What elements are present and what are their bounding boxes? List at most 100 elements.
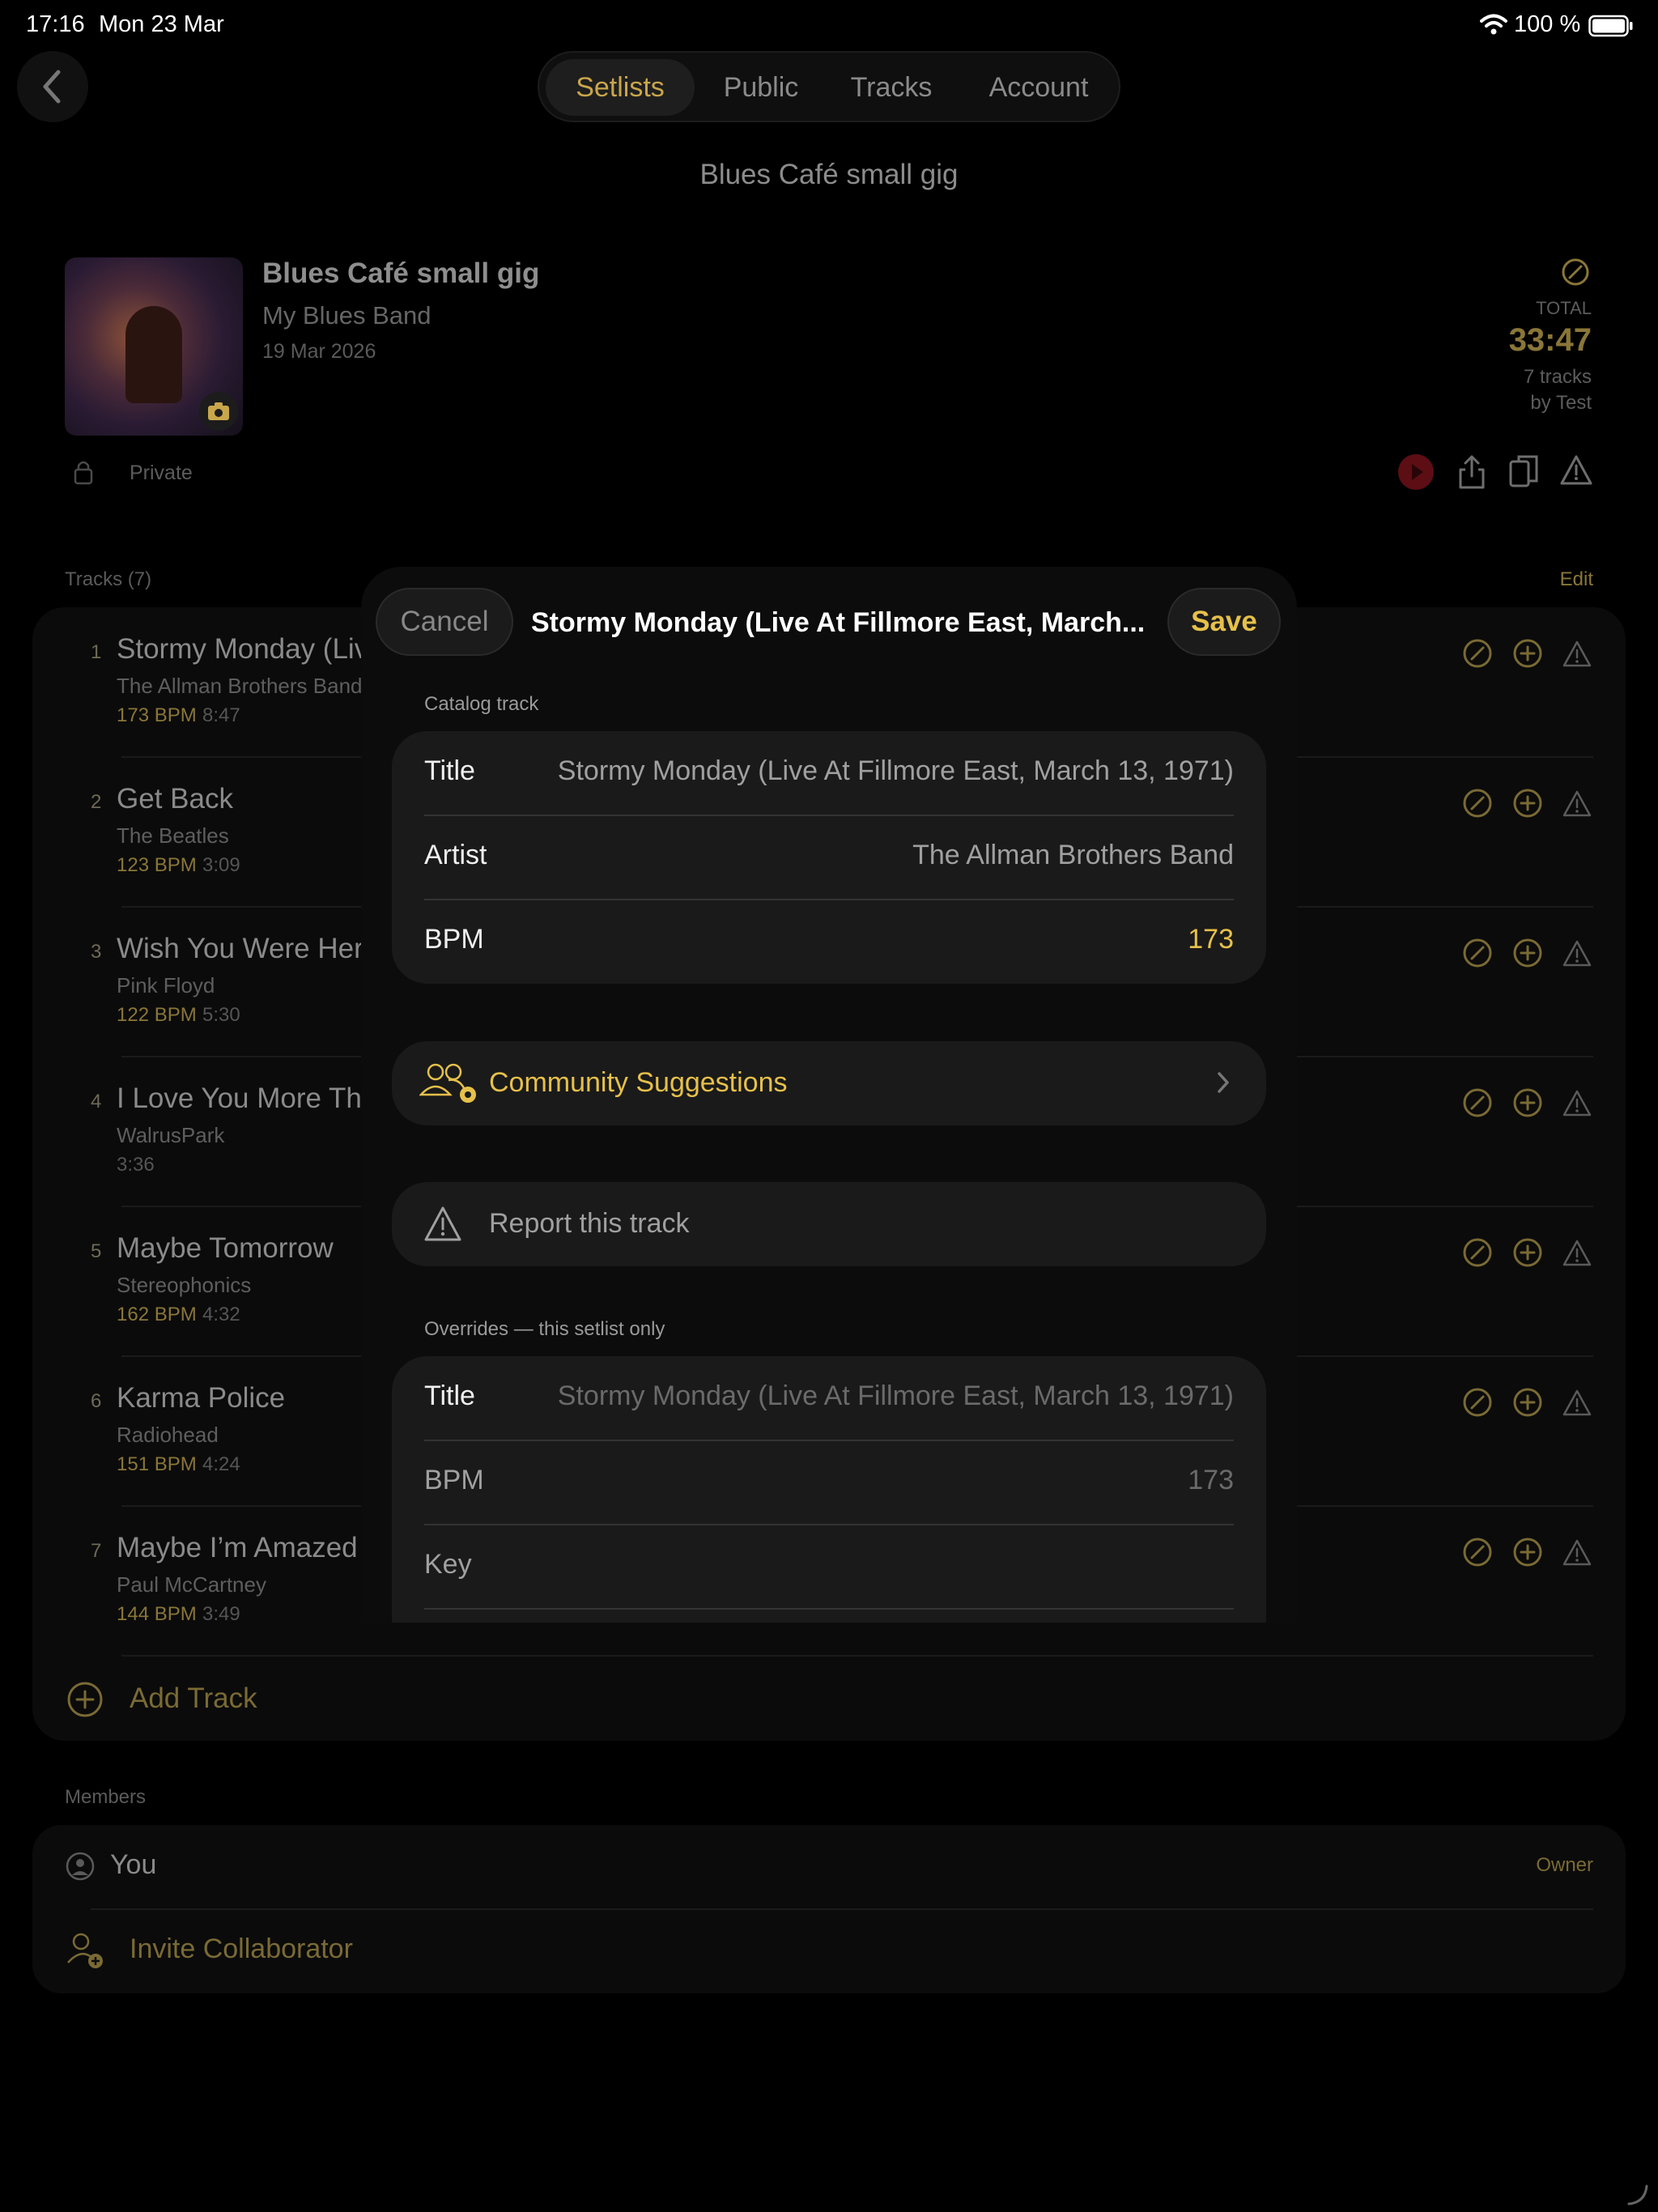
track-count: 7 tracks [1523,366,1592,388]
catalog-artist-row: Artist The Allman Brothers Band [424,815,1234,900]
catalog-section-label: Catalog track [424,693,539,715]
save-button[interactable]: Save [1167,588,1281,656]
track-report-icon[interactable] [1562,640,1592,669]
track-title: Get Back [117,783,233,815]
track-number: 7 [91,1540,102,1562]
track-report-icon[interactable] [1562,1239,1592,1268]
track-title: I Love You More Than [117,1083,393,1114]
catalog-title-row: Title Stormy Monday (Live At Fillmore Ea… [424,731,1234,815]
divider [424,1608,1234,1610]
members-list: You Owner Invite Collaborator [32,1825,1626,1993]
override-title-input[interactable]: Stormy Monday (Live At Fillmore East, Ma… [558,1380,1234,1412]
override-bpm-input[interactable]: 173 [1188,1465,1234,1496]
members-section-label: Members [65,1786,147,1808]
catalog-title-value: Stormy Monday (Live At Fillmore East, Ma… [557,755,1234,786]
override-bpm-row[interactable]: BPM 173 [424,1440,1234,1525]
track-duration: 4:32 [202,1304,240,1325]
visibility-label[interactable]: Private [130,462,193,485]
track-add-icon[interactable] [1512,1387,1543,1418]
track-add-icon[interactable] [1512,638,1543,669]
track-add-icon[interactable] [1512,1237,1543,1268]
camera-icon [206,401,231,422]
edit-track-sheet: Cancel Stormy Monday (Live At Fillmore E… [361,567,1297,1623]
page-title: Blues Café small gig [699,159,959,190]
community-suggestions-button[interactable]: Community Suggestions [392,1041,1266,1125]
track-report-icon[interactable] [1562,939,1592,968]
setlist-band: My Blues Band [262,301,432,330]
add-track-plus-icon[interactable] [66,1681,104,1718]
track-report-icon[interactable] [1562,789,1592,819]
invite-collaborator-button[interactable]: Invite Collaborator [130,1933,353,1965]
track-report-icon[interactable] [1562,1089,1592,1118]
chevron-right-icon [1216,1070,1231,1095]
setlist-cover-image[interactable] [65,257,243,436]
track-add-icon[interactable] [1512,1087,1543,1118]
change-cover-button[interactable] [199,392,238,431]
track-bpm: 173 BPM [117,704,197,726]
tab-setlists[interactable]: Setlists [546,59,695,116]
copy-icon[interactable] [1507,453,1540,491]
person-circle-icon [65,1851,96,1882]
track-number: 6 [91,1390,102,1412]
field-label: Artist [424,840,487,870]
track-edit-icon[interactable] [1462,1387,1493,1418]
share-icon[interactable] [1456,453,1488,491]
track-edit-icon[interactable] [1462,938,1493,968]
invite-person-icon[interactable] [65,1930,105,1971]
main-tabs: Setlists Public Tracks Account [538,51,1120,122]
overrides-section-label: Overrides — this setlist only [424,1318,665,1340]
battery-icon [1588,15,1634,37]
track-artist: Paul McCartney [117,1572,266,1597]
back-button[interactable] [17,51,88,122]
member-you: You [110,1849,157,1880]
tab-account[interactable]: Account [962,59,1116,116]
cancel-button[interactable]: Cancel [376,588,513,656]
track-edit-icon[interactable] [1462,788,1493,819]
resize-handle-icon[interactable] [1626,2183,1648,2206]
track-duration: 4:24 [202,1453,240,1475]
field-label: Key [424,1549,472,1580]
lock-icon [73,458,94,486]
track-number: 3 [91,941,102,963]
track-title: Wish You Were Here [117,933,380,964]
track-bpm: 151 BPM [117,1453,197,1475]
setlist-date: 19 Mar 2026 [262,340,376,363]
track-artist: WalrusPark [117,1123,225,1147]
track-artist: Radiohead [117,1423,219,1447]
sheet-title: Stormy Monday (Live At Fillmore East, Ma… [531,607,1146,638]
track-artist: Stereophonics [117,1273,252,1297]
track-report-icon[interactable] [1562,1389,1592,1418]
play-button-icon[interactable] [1397,453,1435,491]
tab-public[interactable]: Public [701,59,821,116]
report-track-button[interactable]: Report this track [392,1182,1266,1266]
track-add-icon[interactable] [1512,788,1543,819]
cover-figure [125,306,182,403]
track-edit-icon[interactable] [1462,1087,1493,1118]
edit-tracks-button[interactable]: Edit [1560,568,1593,591]
track-number: 5 [91,1240,102,1262]
override-key-row[interactable]: Key [424,1525,1234,1609]
report-icon[interactable] [1559,453,1593,487]
field-label: Title [424,1380,475,1411]
field-label: BPM [424,1465,484,1495]
status-time: 17:16 [26,11,85,37]
track-title: Karma Police [117,1382,286,1414]
tracks-section-label: Tracks (7) [65,568,152,590]
member-role: Owner [1536,1854,1593,1876]
track-number: 2 [91,791,102,813]
track-bpm: 144 BPM [117,1603,197,1625]
catalog-bpm-value: 173 [1188,924,1234,955]
add-track-button[interactable]: Add Track [130,1682,257,1715]
setlist-author: by Test [1530,392,1592,414]
track-number: 4 [91,1091,102,1112]
track-edit-icon[interactable] [1462,1237,1493,1268]
track-add-icon[interactable] [1512,938,1543,968]
track-edit-icon[interactable] [1462,638,1493,669]
track-report-icon[interactable] [1562,1538,1592,1568]
track-duration: 3:36 [117,1154,155,1176]
tab-tracks[interactable]: Tracks [831,59,952,116]
edit-setlist-icon[interactable] [1561,257,1590,287]
track-add-icon[interactable] [1512,1537,1543,1568]
override-title-row[interactable]: Title Stormy Monday (Live At Fillmore Ea… [424,1356,1234,1440]
track-edit-icon[interactable] [1462,1537,1493,1568]
